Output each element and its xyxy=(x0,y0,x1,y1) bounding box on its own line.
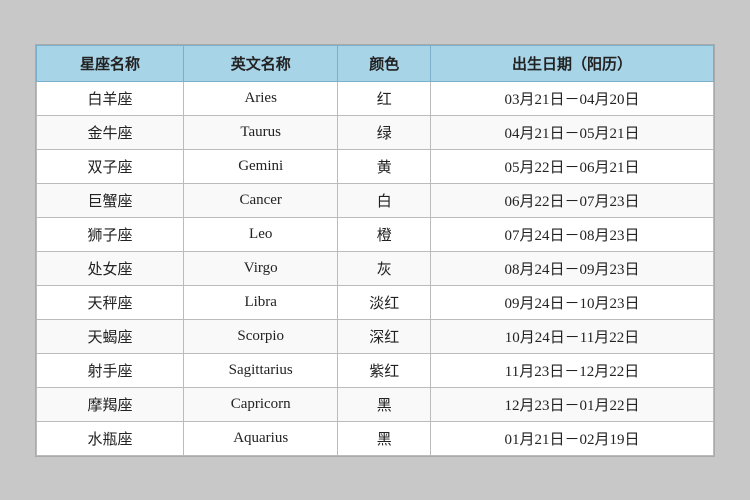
cell-color: 黄 xyxy=(338,149,431,183)
cell-dates: 04月21日－05月21日 xyxy=(430,115,713,149)
cell-color: 红 xyxy=(338,81,431,115)
cell-dates: 10月24日－11月22日 xyxy=(430,319,713,353)
cell-chinese-name: 摩羯座 xyxy=(37,387,184,421)
cell-color: 黑 xyxy=(338,421,431,455)
cell-dates: 08月24日－09月23日 xyxy=(430,251,713,285)
cell-english-name: Cancer xyxy=(183,183,337,217)
cell-english-name: Aries xyxy=(183,81,337,115)
cell-chinese-name: 射手座 xyxy=(37,353,184,387)
header-color: 颜色 xyxy=(338,45,431,81)
zodiac-table: 星座名称 英文名称 颜色 出生日期（阳历） 白羊座Aries红03月21日－04… xyxy=(35,44,715,457)
cell-dates: 03月21日－04月20日 xyxy=(430,81,713,115)
cell-color: 淡红 xyxy=(338,285,431,319)
cell-dates: 06月22日－07月23日 xyxy=(430,183,713,217)
cell-english-name: Libra xyxy=(183,285,337,319)
table-row: 双子座Gemini黄05月22日－06月21日 xyxy=(37,149,714,183)
cell-color: 橙 xyxy=(338,217,431,251)
table-row: 天蝎座Scorpio深红10月24日－11月22日 xyxy=(37,319,714,353)
table-header-row: 星座名称 英文名称 颜色 出生日期（阳历） xyxy=(37,45,714,81)
cell-color: 白 xyxy=(338,183,431,217)
header-dates: 出生日期（阳历） xyxy=(430,45,713,81)
table-row: 射手座Sagittarius紫红11月23日－12月22日 xyxy=(37,353,714,387)
cell-english-name: Leo xyxy=(183,217,337,251)
cell-chinese-name: 白羊座 xyxy=(37,81,184,115)
cell-color: 绿 xyxy=(338,115,431,149)
cell-chinese-name: 双子座 xyxy=(37,149,184,183)
cell-dates: 05月22日－06月21日 xyxy=(430,149,713,183)
cell-dates: 11月23日－12月22日 xyxy=(430,353,713,387)
header-chinese-name: 星座名称 xyxy=(37,45,184,81)
table-row: 金牛座Taurus绿04月21日－05月21日 xyxy=(37,115,714,149)
cell-dates: 07月24日－08月23日 xyxy=(430,217,713,251)
cell-color: 深红 xyxy=(338,319,431,353)
table-row: 水瓶座Aquarius黑01月21日－02月19日 xyxy=(37,421,714,455)
cell-chinese-name: 金牛座 xyxy=(37,115,184,149)
cell-english-name: Capricorn xyxy=(183,387,337,421)
table-row: 白羊座Aries红03月21日－04月20日 xyxy=(37,81,714,115)
cell-color: 黑 xyxy=(338,387,431,421)
cell-english-name: Taurus xyxy=(183,115,337,149)
table-row: 巨蟹座Cancer白06月22日－07月23日 xyxy=(37,183,714,217)
cell-chinese-name: 天蝎座 xyxy=(37,319,184,353)
cell-chinese-name: 天秤座 xyxy=(37,285,184,319)
header-english-name: 英文名称 xyxy=(183,45,337,81)
cell-color: 紫红 xyxy=(338,353,431,387)
table-row: 天秤座Libra淡红09月24日－10月23日 xyxy=(37,285,714,319)
table-row: 摩羯座Capricorn黑12月23日－01月22日 xyxy=(37,387,714,421)
cell-english-name: Gemini xyxy=(183,149,337,183)
table-row: 狮子座Leo橙07月24日－08月23日 xyxy=(37,217,714,251)
cell-chinese-name: 处女座 xyxy=(37,251,184,285)
cell-english-name: Virgo xyxy=(183,251,337,285)
cell-dates: 09月24日－10月23日 xyxy=(430,285,713,319)
cell-chinese-name: 狮子座 xyxy=(37,217,184,251)
cell-dates: 12月23日－01月22日 xyxy=(430,387,713,421)
cell-dates: 01月21日－02月19日 xyxy=(430,421,713,455)
cell-chinese-name: 水瓶座 xyxy=(37,421,184,455)
cell-color: 灰 xyxy=(338,251,431,285)
cell-chinese-name: 巨蟹座 xyxy=(37,183,184,217)
cell-english-name: Scorpio xyxy=(183,319,337,353)
table-row: 处女座Virgo灰08月24日－09月23日 xyxy=(37,251,714,285)
cell-english-name: Sagittarius xyxy=(183,353,337,387)
cell-english-name: Aquarius xyxy=(183,421,337,455)
